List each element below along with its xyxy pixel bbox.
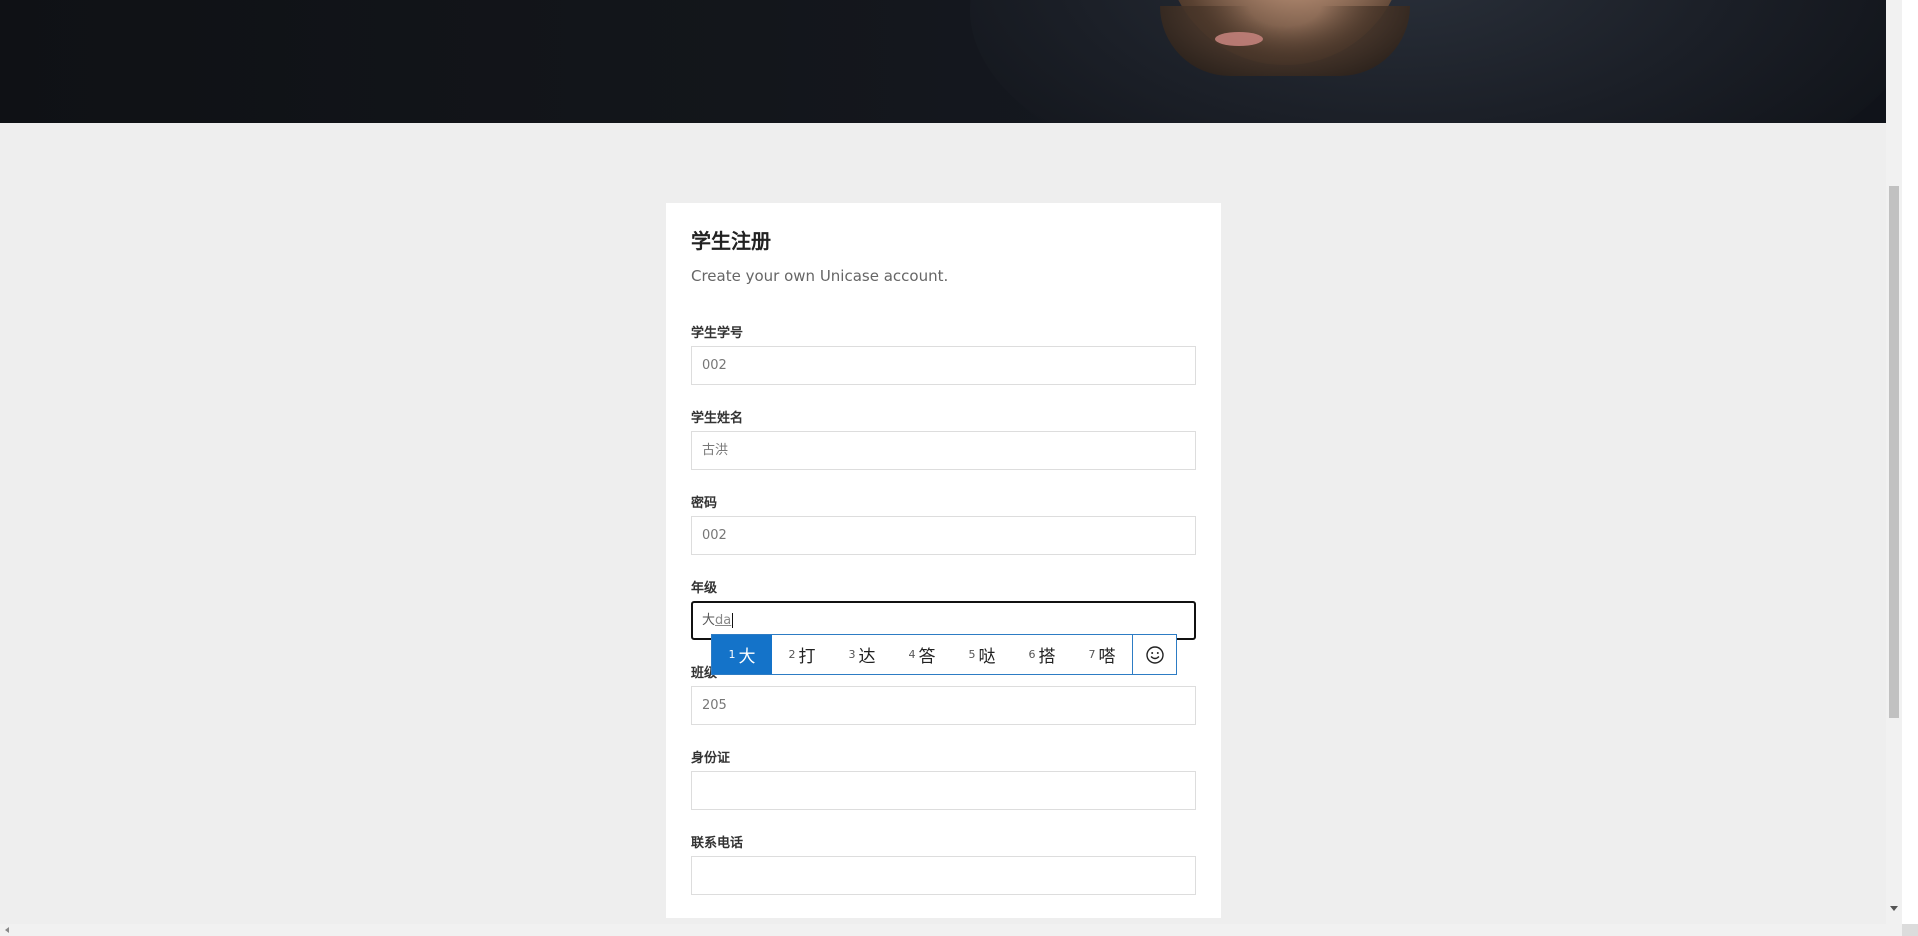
ime-emoji-button[interactable] [1132,635,1176,674]
ime-candidate[interactable]: 2打 [772,635,832,674]
grade-label: 年级 [691,581,718,596]
student-name-label: 学生姓名 [691,411,744,426]
hero-banner [0,0,1886,123]
scrollbar-corner [1902,924,1918,936]
registration-card: 学生注册 Create your own Unicase account. 学生… [666,203,1221,918]
student-name-input[interactable]: 古洪 [691,431,1196,470]
ime-candidate[interactable]: 4答 [892,635,952,674]
ime-candidate[interactable]: 5哒 [952,635,1012,674]
scroll-left-arrow-icon[interactable] [5,927,9,933]
id-card-label: 身份证 [691,751,731,766]
horizontal-scrollbar[interactable] [0,924,1902,936]
ime-candidate[interactable]: 1大 [712,635,772,674]
ime-candidate[interactable]: 6搭 [1012,635,1072,674]
phone-input[interactable] [691,856,1196,895]
student-id-label: 学生学号 [691,326,744,341]
hero-lips-shape [1215,32,1263,46]
id-card-input[interactable] [691,771,1196,810]
ime-candidate-bar: 1大 2打 3达 4答 5哒 6搭 7嗒 [711,634,1177,675]
page-subtitle: Create your own Unicase account. [691,267,949,285]
grade-committed-text: 大 [702,613,716,628]
phone-label: 联系电话 [691,836,744,851]
vertical-scrollbar[interactable] [1886,0,1902,924]
hero-shoulder-shape [970,0,1886,123]
page-title: 学生注册 [691,229,771,253]
class-input[interactable]: 205 [691,686,1196,725]
password-input[interactable]: 002 [691,516,1196,555]
ime-candidate[interactable]: 3达 [832,635,892,674]
password-label: 密码 [691,496,718,511]
vertical-scrollbar-thumb[interactable] [1889,186,1899,718]
text-caret [732,613,734,628]
scroll-down-arrow-icon[interactable] [1890,906,1898,911]
window-edge [1902,0,1918,924]
smiley-icon [1145,645,1164,664]
grade-composing-text: da [715,613,732,628]
student-id-input[interactable]: 002 [691,346,1196,385]
hero-beard-shape [1160,6,1410,76]
ime-candidate[interactable]: 7嗒 [1072,635,1132,674]
